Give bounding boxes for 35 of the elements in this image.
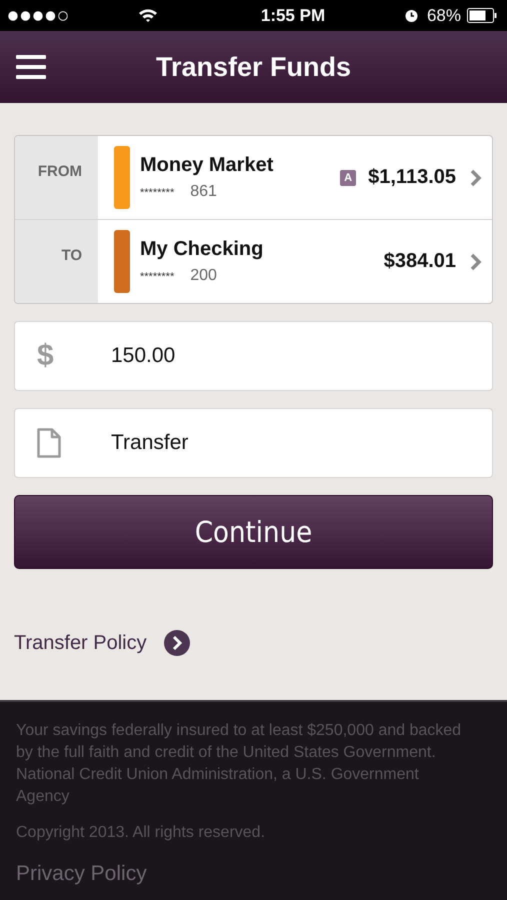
currency-symbol: $ [37, 339, 55, 373]
battery-percent: 68% [426, 6, 461, 26]
chevron-icon [470, 168, 482, 186]
account-name: My Checking [140, 238, 264, 261]
account-label: TO [61, 247, 82, 266]
document-icon [37, 428, 61, 458]
transfer-policy-link[interactable]: Transfer Policy [14, 632, 147, 654]
account-last-digits: 861 [190, 183, 217, 201]
battery-icon [467, 8, 497, 23]
memo-field[interactable]: Transfer [14, 408, 493, 478]
wifi-icon [138, 8, 158, 23]
amount-field[interactable]: $ 150.00 [14, 321, 493, 391]
alarm-icon [404, 8, 419, 23]
continue-button[interactable]: Continue [14, 495, 493, 569]
signal-icon [8, 10, 70, 20]
masked-number: ******** [140, 271, 174, 283]
amount-value: 150.00 [111, 344, 176, 368]
account-label: FROM [38, 163, 82, 182]
copyright-text: Copyright 2013. All rights reserved. [16, 824, 266, 842]
account-balance: $384.01 [384, 250, 456, 273]
account-row[interactable]: FROM Money Market ******** 861 A $1,113.05 [15, 136, 492, 219]
status-time: 1:55 PM [260, 6, 326, 26]
menu-button[interactable] [16, 53, 46, 81]
menu-icon [16, 53, 46, 81]
account-row[interactable]: TO My Checking ******** 200 $384.01 [15, 219, 492, 303]
chevron-circle-icon[interactable] [162, 629, 191, 657]
page-title: Transfer Funds [154, 52, 352, 82]
account-balance: $1,113.05 [368, 166, 456, 189]
account-badge: A [340, 170, 356, 186]
memo-value: Transfer [111, 431, 188, 455]
account-last-digits: 200 [190, 267, 217, 285]
masked-number: ******** [140, 187, 174, 199]
account-name: Money Market [140, 154, 274, 177]
disclaimer-text: Your savings federally insured to at least $250,000 and backed by the full faith and credit of the United States Government. National Credit Union Administration, a U.S. Government Agency [16, 721, 462, 807]
chevron-icon [470, 252, 482, 270]
